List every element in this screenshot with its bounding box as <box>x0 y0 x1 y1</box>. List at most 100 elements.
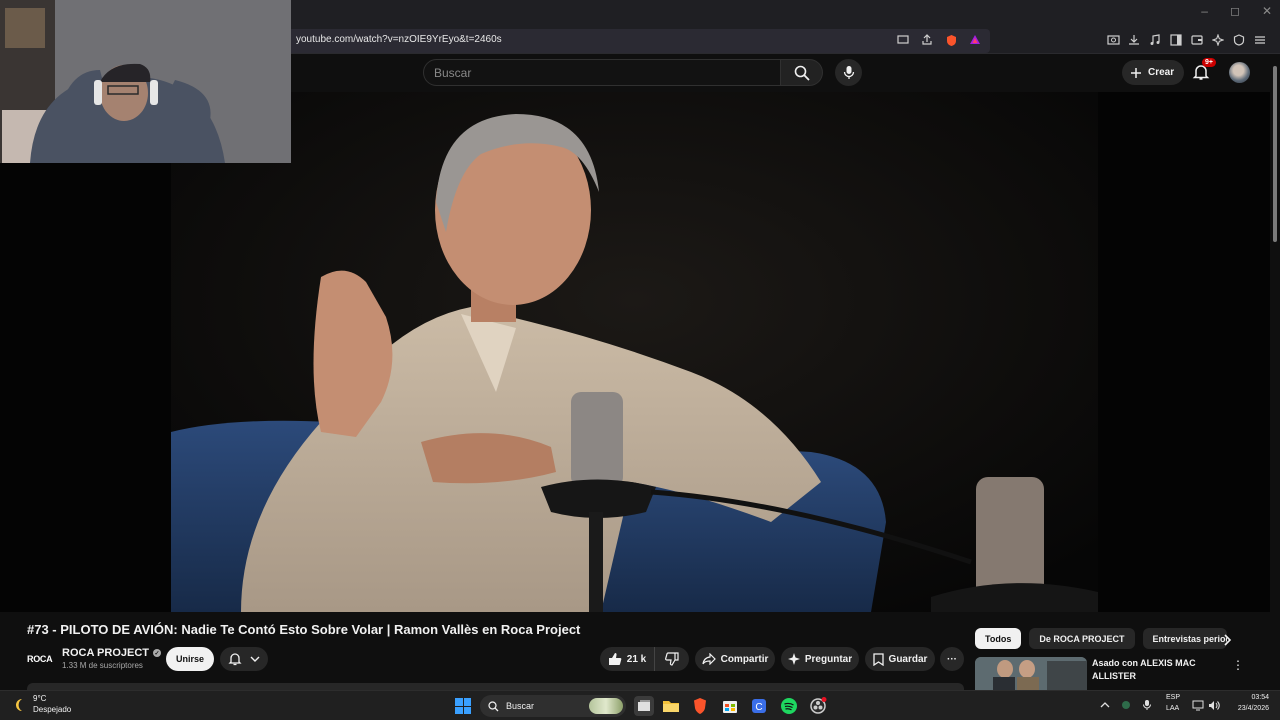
weather-temperature: 9°C <box>33 694 47 703</box>
file-explorer-icon[interactable] <box>661 696 681 716</box>
dislike-button[interactable] <box>655 647 689 671</box>
thumbnail-image <box>975 657 1087 690</box>
download-icon[interactable] <box>1127 33 1141 47</box>
chevron-down-icon <box>250 656 260 662</box>
recommended-title[interactable]: Asado con ALEXIS MAC ALLISTER <box>1092 657 1212 683</box>
leo-ai-icon[interactable] <box>1211 33 1225 47</box>
close-window-button[interactable]: ✕ <box>1262 4 1272 18</box>
scrollbar-thumb[interactable] <box>1273 66 1277 242</box>
brave-browser-icon[interactable] <box>690 696 710 716</box>
voice-search-button[interactable] <box>835 59 862 86</box>
clock-date[interactable]: 23/4/2026 <box>1226 705 1269 712</box>
share-label: Compartir <box>720 653 769 665</box>
brave-rewards-icon[interactable] <box>968 33 982 47</box>
bell-icon <box>228 653 242 666</box>
recommended-more-icon[interactable]: ⋮ <box>1232 658 1244 672</box>
create-label: Crear <box>1148 67 1175 78</box>
description-box[interactable] <box>27 683 964 690</box>
menu-icon[interactable] <box>1253 33 1267 47</box>
screen: – ◻ ✕ youtube.com/watch?v=nzOIE9YrEyo&t=… <box>0 0 1280 720</box>
chip-interviews[interactable]: Entrevistas period <box>1142 628 1227 649</box>
related-filter-chips: Todos De ROCA PROJECT Entrevistas period <box>975 628 1227 649</box>
chevron-right-icon[interactable] <box>1221 634 1233 646</box>
subscription-notifications-button[interactable] <box>220 647 268 671</box>
taskbar-search-icon <box>488 700 499 711</box>
search-button[interactable] <box>781 59 823 86</box>
clock-time[interactable]: 03:54 <box>1246 694 1269 701</box>
tray-chevron-up-icon[interactable] <box>1100 700 1110 710</box>
channel-logo[interactable]: ROCA <box>27 650 55 668</box>
chip-all[interactable]: Todos <box>975 628 1022 649</box>
chip-channel[interactable]: De ROCA PROJECT <box>1029 628 1135 649</box>
join-button[interactable]: Unirse <box>166 647 214 671</box>
ask-button[interactable]: Preguntar <box>781 647 859 671</box>
maximize-button[interactable]: ◻ <box>1230 4 1240 18</box>
obs-studio-icon[interactable] <box>808 696 828 716</box>
sidebar-toggle-icon[interactable] <box>1169 33 1183 47</box>
search-input[interactable] <box>423 59 781 86</box>
video-title: #73 - PILOTO DE AVIÓN: Nadie Te Contó Es… <box>27 622 581 637</box>
thumbs-up-icon <box>608 653 622 665</box>
screenshot-icon[interactable] <box>1106 33 1120 47</box>
address-bar[interactable]: youtube.com/watch?v=nzOIE9YrEyo&t=2460s <box>288 29 990 53</box>
moon-weather-icon[interactable] <box>12 697 28 713</box>
verified-check-icon: ✓ <box>153 649 161 657</box>
cast-icon[interactable] <box>896 33 910 47</box>
extension-icons <box>1106 33 1267 47</box>
recommended-thumbnail[interactable] <box>975 657 1087 690</box>
share-button[interactable]: Compartir <box>695 647 775 671</box>
weather-description: Despejado <box>33 705 72 714</box>
media-icon[interactable] <box>1148 33 1162 47</box>
tray-app-icon[interactable] <box>1121 700 1131 710</box>
microsoft-store-icon[interactable] <box>720 696 740 716</box>
search-highlight-image <box>589 698 623 714</box>
thumbs-down-icon <box>665 652 679 666</box>
webcam-overlay <box>0 0 291 163</box>
more-icon: ··· <box>947 653 957 665</box>
input-language-secondary[interactable]: LAA <box>1166 705 1179 712</box>
taskbar-search[interactable]: Buscar <box>480 695 626 717</box>
canva-icon[interactable]: C <box>749 696 769 716</box>
bookmark-icon <box>872 652 884 666</box>
like-count: 21 k <box>626 653 647 665</box>
network-icon[interactable] <box>1192 700 1204 711</box>
address-bar-icons <box>896 33 982 47</box>
microphone-icon <box>843 66 854 79</box>
create-button[interactable]: Crear <box>1122 60 1185 85</box>
plus-icon <box>1131 67 1141 78</box>
share-icon <box>701 653 716 665</box>
like-dislike-group: 21 k <box>600 647 689 671</box>
wallet-icon[interactable] <box>1190 33 1204 47</box>
vpn-icon[interactable] <box>1232 33 1246 47</box>
svg-text:C: C <box>755 702 762 713</box>
spotify-icon[interactable] <box>779 696 799 716</box>
taskbar-search-label: Buscar <box>506 701 535 711</box>
search-bar <box>423 59 862 86</box>
subscriber-count: 1.33 M de suscriptores <box>62 661 143 670</box>
search-icon <box>794 65 810 81</box>
brave-shields-icon[interactable] <box>944 33 958 47</box>
save-label: Guardar <box>888 653 928 665</box>
save-button[interactable]: Guardar <box>865 647 935 671</box>
video-player[interactable] <box>0 92 1270 612</box>
task-view-icon[interactable] <box>634 696 654 716</box>
minimize-button[interactable]: – <box>1201 4 1208 18</box>
url-text[interactable]: youtube.com/watch?v=nzOIE9YrEyo&t=2460s <box>296 34 502 45</box>
sparkle-icon <box>787 653 800 665</box>
input-language-primary[interactable]: ESP <box>1166 694 1180 701</box>
channel-name-text[interactable]: ROCA PROJECT <box>62 647 149 659</box>
like-button[interactable]: 21 k <box>600 647 655 671</box>
more-actions-button[interactable]: ··· <box>940 647 964 671</box>
channel-name[interactable]: ROCA PROJECT ✓ <box>62 647 161 659</box>
window-controls: – ◻ ✕ <box>1201 4 1272 18</box>
tray-microphone-icon[interactable] <box>1142 699 1152 711</box>
windows-taskbar: 9°C Despejado Buscar C ESP LAA 03:54 23/… <box>0 690 1280 720</box>
page-scrollbar[interactable] <box>1270 54 1280 690</box>
video-frame <box>171 92 1098 612</box>
ask-label: Preguntar <box>804 653 853 665</box>
account-avatar[interactable] <box>1229 62 1250 83</box>
windows-start-icon[interactable] <box>455 698 471 714</box>
notifications-badge: 9+ <box>1202 58 1216 67</box>
share-page-icon[interactable] <box>920 33 934 47</box>
volume-icon[interactable] <box>1208 700 1220 711</box>
